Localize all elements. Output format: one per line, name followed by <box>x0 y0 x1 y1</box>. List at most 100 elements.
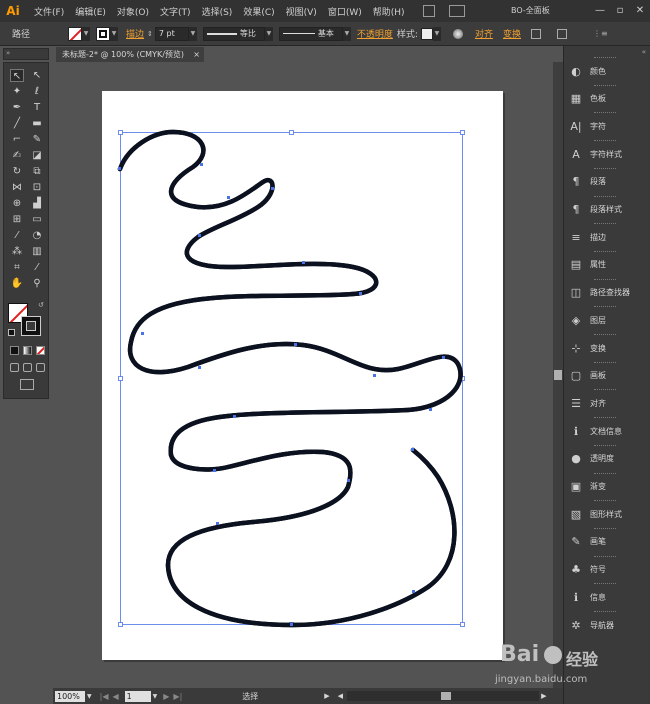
panel-group-grip[interactable] <box>594 57 616 59</box>
last-artboard-icon[interactable]: ▶| <box>173 692 182 701</box>
status-menu-icon[interactable]: ▶ <box>324 692 329 700</box>
stroke-dropdown[interactable]: ▼ <box>110 26 119 41</box>
panel-group-grip[interactable] <box>594 472 616 475</box>
width-tool-icon[interactable]: ⋈ <box>10 181 24 194</box>
panel-tab-19[interactable]: ♣ 符号 <box>568 560 648 580</box>
panel-tab-5[interactable]: ¶ 段落 <box>568 172 648 192</box>
color-mode-icon[interactable] <box>10 346 19 355</box>
arrange-documents-icon[interactable] <box>448 5 465 17</box>
workspace-switcher[interactable]: BO-全面板 <box>511 5 550 16</box>
type-tool-icon[interactable]: T <box>30 101 44 114</box>
line-tool-icon[interactable]: ╱ <box>10 117 24 130</box>
zoom-tool-icon[interactable]: ⚲ <box>30 277 44 290</box>
vertical-scroll-thumb[interactable] <box>554 370 562 380</box>
panel-tab-8[interactable]: ▤ 属性 <box>568 255 648 275</box>
previous-artboard-icon[interactable]: ◀ <box>112 692 118 701</box>
hand-tool-icon[interactable]: ✋ <box>10 277 24 290</box>
pencil-tool-icon[interactable]: ✎ <box>30 133 44 146</box>
brush-definition[interactable]: 基本 <box>278 26 343 41</box>
rectangle-tool-icon[interactable]: ▬ <box>30 117 44 130</box>
panel-tab-20[interactable]: ℹ 信息 <box>568 587 648 607</box>
graphic-style-swatch[interactable] <box>420 27 433 40</box>
fill-dropdown[interactable]: ▼ <box>82 26 91 41</box>
panel-group-grip[interactable] <box>594 334 616 336</box>
recolor-icon[interactable] <box>452 28 463 39</box>
blend-tool-icon[interactable]: ◔ <box>30 229 44 242</box>
magic-wand-tool-icon[interactable]: ✦ <box>10 85 24 98</box>
draw-normal-icon[interactable] <box>10 363 19 372</box>
panel-tab-16[interactable]: ▣ 渐变 <box>568 477 648 497</box>
menu-view[interactable]: 视图(V) <box>286 5 317 18</box>
maximize-button[interactable]: ▫ <box>610 0 630 22</box>
shape-builder-tool-icon[interactable]: ⊕ <box>10 197 24 210</box>
eraser-tool-icon[interactable]: ◪ <box>30 149 44 162</box>
menu-effect[interactable]: 效果(C) <box>243 5 274 18</box>
brush-dropdown[interactable]: ▼ <box>342 26 351 41</box>
bridge-icon[interactable] <box>422 5 435 17</box>
opacity-link[interactable]: 不透明度 <box>357 27 393 40</box>
panel-group-grip[interactable] <box>594 500 616 502</box>
screen-mode-icon[interactable] <box>20 379 34 390</box>
swap-fill-stroke-icon[interactable]: ↺ <box>38 301 44 309</box>
canvas-artwork[interactable] <box>53 62 553 688</box>
panel-tab-13[interactable]: ☰ 对齐 <box>568 393 648 413</box>
paintbrush-tool-icon[interactable]: ⌐ <box>10 133 24 146</box>
stroke-link[interactable]: 描边 <box>126 27 144 40</box>
direct-selection-tool-icon[interactable]: ↖ <box>30 69 44 82</box>
gradient-tool-icon[interactable]: ▭ <box>30 213 44 226</box>
collapse-toolbox-icon[interactable]: » <box>6 49 10 57</box>
first-artboard-icon[interactable]: |◀ <box>100 692 109 701</box>
rotate-tool-icon[interactable]: ↻ <box>10 165 24 178</box>
perspective-grid-tool-icon[interactable]: ▟ <box>30 197 44 210</box>
panel-group-grip[interactable] <box>594 611 616 613</box>
stroke-stepper-icon[interactable]: ⇕ <box>147 30 153 38</box>
default-fill-stroke-icon[interactable] <box>8 329 15 336</box>
stroke-weight-dropdown[interactable]: ▼ <box>188 26 197 41</box>
panel-group-grip[interactable] <box>594 84 616 87</box>
free-transform-tool-icon[interactable]: ⊡ <box>30 181 44 194</box>
panel-group-grip[interactable] <box>594 250 616 253</box>
menu-select[interactable]: 选择(S) <box>202 5 233 18</box>
panel-tab-6[interactable]: ¶ 段落样式 <box>568 200 648 220</box>
panel-group-grip[interactable] <box>594 555 616 558</box>
stroke-swatch[interactable] <box>96 26 111 41</box>
scroll-left-icon[interactable]: ◀ <box>338 692 343 700</box>
graphic-style-dropdown[interactable]: ▼ <box>432 26 441 41</box>
panel-tab-14[interactable]: ℹ 文档信息 <box>568 421 648 441</box>
panel-group-grip[interactable] <box>594 583 616 585</box>
panel-tab-9[interactable]: ◫ 路径查找器 <box>568 283 648 303</box>
panel-tab-3[interactable]: A| 字符 <box>568 116 648 136</box>
panel-group-grip[interactable] <box>594 389 616 391</box>
isolate-icon[interactable] <box>531 28 541 39</box>
fill-swatch[interactable] <box>68 26 83 41</box>
panel-group-grip[interactable] <box>594 417 616 419</box>
scale-tool-icon[interactable]: ⧉ <box>30 165 44 178</box>
transform-link[interactable]: 变换 <box>503 27 521 40</box>
menu-help[interactable]: 帮助(H) <box>373 5 405 18</box>
zoom-dropdown[interactable]: ▼ <box>87 693 92 700</box>
panel-group-grip[interactable] <box>594 167 616 170</box>
canvas-area[interactable] <box>53 62 553 688</box>
panel-tab-21[interactable]: ✲ 导航器 <box>568 615 648 635</box>
panel-group-grip[interactable] <box>594 140 616 142</box>
panel-tab-18[interactable]: ✎ 画笔 <box>568 532 648 552</box>
none-mode-icon[interactable] <box>36 346 45 355</box>
dock-collapse-icon[interactable]: « <box>642 48 646 56</box>
pen-tool-icon[interactable]: ✒ <box>10 101 24 114</box>
panel-tab-2[interactable]: ▦ 色板 <box>568 89 648 109</box>
panel-group-grip[interactable] <box>594 112 616 114</box>
panel-group-grip[interactable] <box>594 527 616 530</box>
artboard-tool-icon[interactable]: ⌗ <box>10 261 24 274</box>
panel-tab-11[interactable]: ⊹ 变换 <box>568 338 648 358</box>
menu-window[interactable]: 窗口(W) <box>328 5 362 18</box>
zoom-field[interactable]: 100% <box>55 690 85 702</box>
panel-tab-1[interactable]: ◐ 颜色 <box>568 61 648 81</box>
panel-group-grip[interactable] <box>594 306 616 308</box>
close-button[interactable]: ✕ <box>630 0 650 22</box>
horizontal-scroll-thumb[interactable] <box>441 692 452 700</box>
panel-group-grip[interactable] <box>594 361 616 364</box>
document-tab[interactable]: 未标题-2* @ 100% (CMYK/预览) × <box>56 47 204 62</box>
panel-group-grip[interactable] <box>594 444 616 447</box>
control-menu-icon[interactable] <box>557 28 567 39</box>
panel-group-grip[interactable] <box>594 195 616 198</box>
